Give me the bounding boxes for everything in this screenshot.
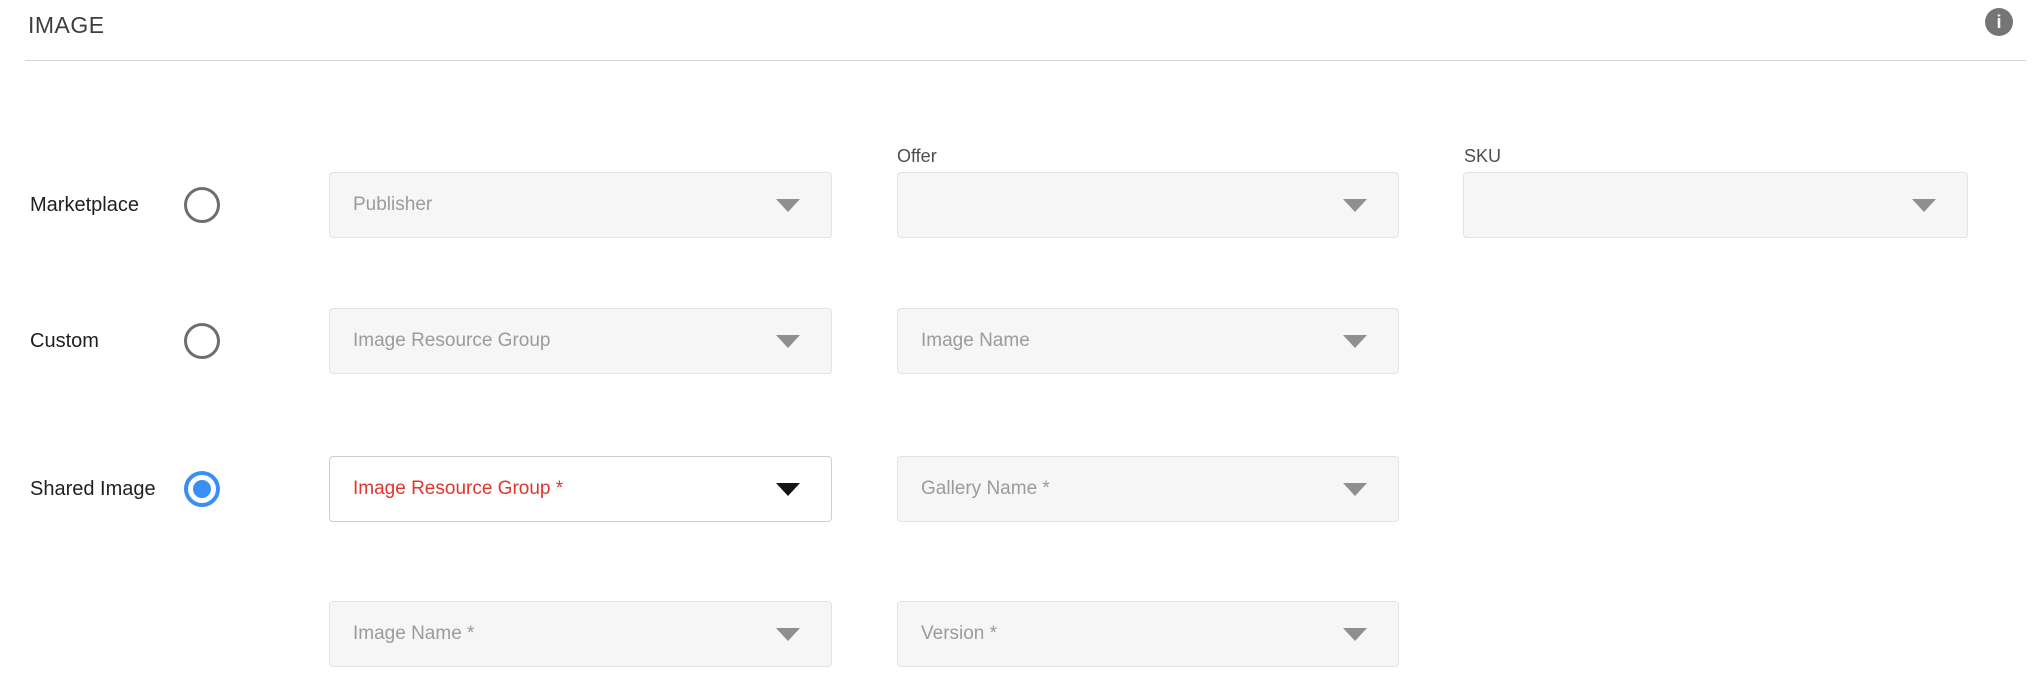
radio-custom[interactable] bbox=[184, 323, 220, 359]
radio-shared-image[interactable] bbox=[184, 471, 220, 507]
publisher-dropdown[interactable]: Publisher bbox=[329, 172, 832, 238]
custom-image-name-placeholder: Image Name bbox=[921, 330, 1030, 352]
option-label-shared-image: Shared Image bbox=[30, 477, 156, 501]
chevron-down-icon bbox=[776, 483, 800, 496]
sku-dropdown[interactable] bbox=[1463, 172, 1968, 238]
gallery-name-placeholder: Gallery Name * bbox=[921, 478, 1050, 500]
gallery-name-dropdown[interactable]: Gallery Name * bbox=[897, 456, 1399, 522]
offer-field-label: Offer bbox=[897, 145, 937, 167]
chevron-down-icon bbox=[776, 628, 800, 641]
chevron-down-icon bbox=[776, 335, 800, 348]
shared-image-name-placeholder: Image Name * bbox=[353, 623, 474, 645]
chevron-down-icon bbox=[1912, 199, 1936, 212]
custom-image-name-dropdown[interactable]: Image Name bbox=[897, 308, 1399, 374]
shared-image-name-dropdown[interactable]: Image Name * bbox=[329, 601, 832, 667]
version-dropdown[interactable]: Version * bbox=[897, 601, 1399, 667]
offer-dropdown[interactable] bbox=[897, 172, 1399, 238]
info-button[interactable]: i bbox=[1985, 8, 2013, 36]
shared-image-resource-group-dropdown[interactable]: Image Resource Group * bbox=[329, 456, 832, 522]
page-title: IMAGE bbox=[28, 12, 105, 39]
publisher-placeholder: Publisher bbox=[353, 194, 432, 216]
chevron-down-icon bbox=[776, 199, 800, 212]
image-section: IMAGE i Marketplace Publisher Offer SKU … bbox=[0, 0, 2044, 686]
sku-field-label: SKU bbox=[1464, 145, 1501, 167]
chevron-down-icon bbox=[1343, 483, 1367, 496]
radio-marketplace[interactable] bbox=[184, 187, 220, 223]
option-label-marketplace: Marketplace bbox=[30, 193, 139, 217]
shared-image-resource-group-placeholder: Image Resource Group * bbox=[353, 478, 563, 500]
chevron-down-icon bbox=[1343, 335, 1367, 348]
info-icon: i bbox=[1996, 13, 2001, 31]
chevron-down-icon bbox=[1343, 628, 1367, 641]
version-placeholder: Version * bbox=[921, 623, 997, 645]
custom-image-resource-group-dropdown[interactable]: Image Resource Group bbox=[329, 308, 832, 374]
option-label-custom: Custom bbox=[30, 329, 99, 353]
section-divider bbox=[25, 60, 2026, 61]
custom-image-resource-group-placeholder: Image Resource Group bbox=[353, 330, 551, 352]
chevron-down-icon bbox=[1343, 199, 1367, 212]
